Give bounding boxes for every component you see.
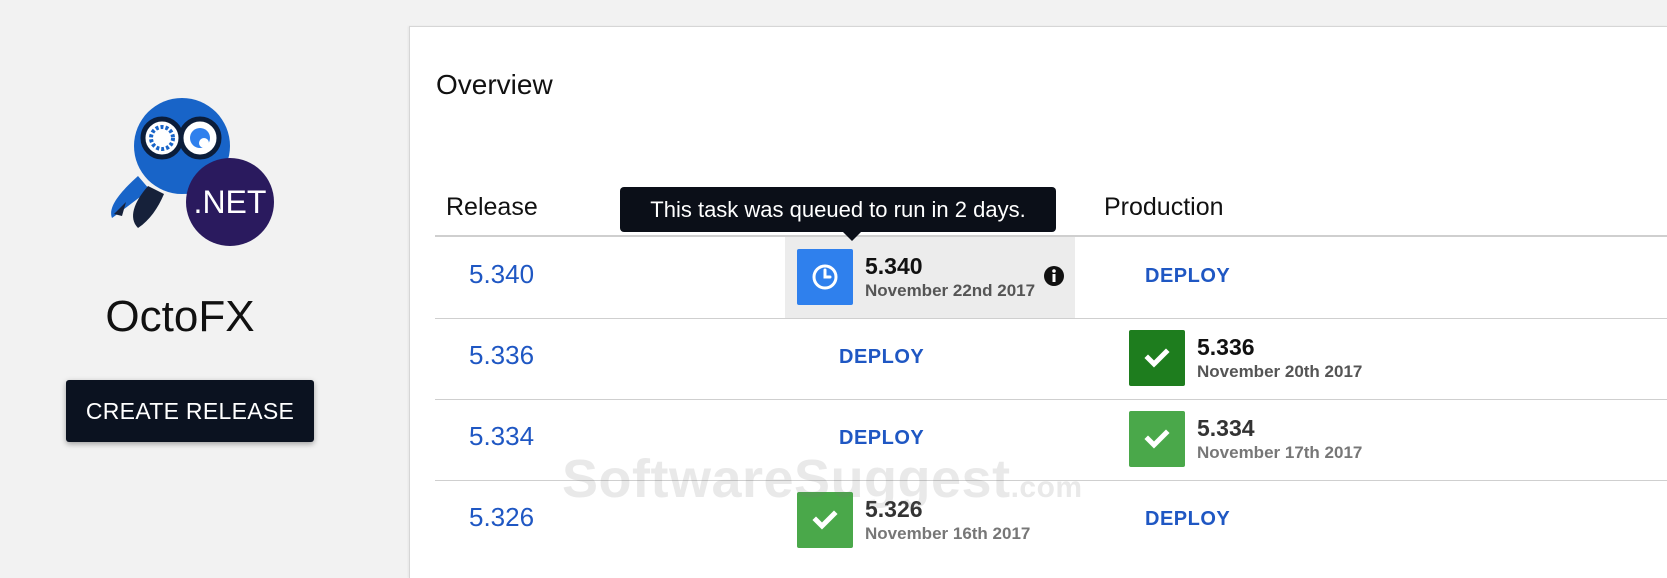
watermark-suffix: .com [1010,471,1083,504]
status-date: November 17th 2017 [1197,443,1363,462]
overview-title: Overview [436,69,553,100]
sidebar: .NET OctoFX CREATE RELEASE [0,0,385,577]
release-link[interactable]: 5.326 [469,502,534,533]
release-link[interactable]: 5.334 [469,421,534,452]
deploy-button[interactable]: DEPLOY [839,427,924,450]
dotnet-logo-text: .NET [194,184,267,220]
info-icon[interactable] [1043,265,1065,287]
octofx-logo: .NET [111,98,274,246]
deployment-status-success[interactable]: 5.336 November 20th 2017 [1117,318,1407,399]
deployment-status-success[interactable]: 5.334 November 17th 2017 [1117,399,1407,480]
status-date: November 20th 2017 [1197,362,1363,381]
status-version: 5.336 [1197,334,1255,360]
status-date: November 16th 2017 [865,524,1031,543]
deploy-button[interactable]: DEPLOY [1145,508,1230,531]
release-link[interactable]: 5.340 [469,259,534,290]
status-version: 5.334 [1197,415,1255,441]
column-header-production: Production [1104,193,1224,221]
watermark: SoftwareSuggest.com [562,448,1083,510]
watermark-main: SoftwareSuggest [562,449,1011,509]
clock-icon [797,249,853,305]
checkmark-icon [1129,411,1185,467]
status-version: 5.340 [865,253,923,279]
deployment-status-queued[interactable]: 5.340 November 22nd 2017 [785,237,1075,318]
create-release-button[interactable]: CREATE RELEASE [66,380,314,442]
checkmark-icon [1129,330,1185,386]
release-link[interactable]: 5.336 [469,340,534,371]
deploy-button[interactable]: DEPLOY [839,346,924,369]
deploy-button[interactable]: DEPLOY [1145,265,1230,288]
column-header-release: Release [446,193,538,221]
release-row: 5.336 DEPLOY 5.336 November 20th 2017 [435,318,1667,400]
release-row: 5.340 5.340 November 22nd 2017 DEPLOY [435,237,1667,319]
project-name: OctoFX [105,292,255,341]
status-date: November 22nd 2017 [865,281,1036,300]
queued-tooltip: This task was queued to run in 2 days. [620,187,1056,241]
